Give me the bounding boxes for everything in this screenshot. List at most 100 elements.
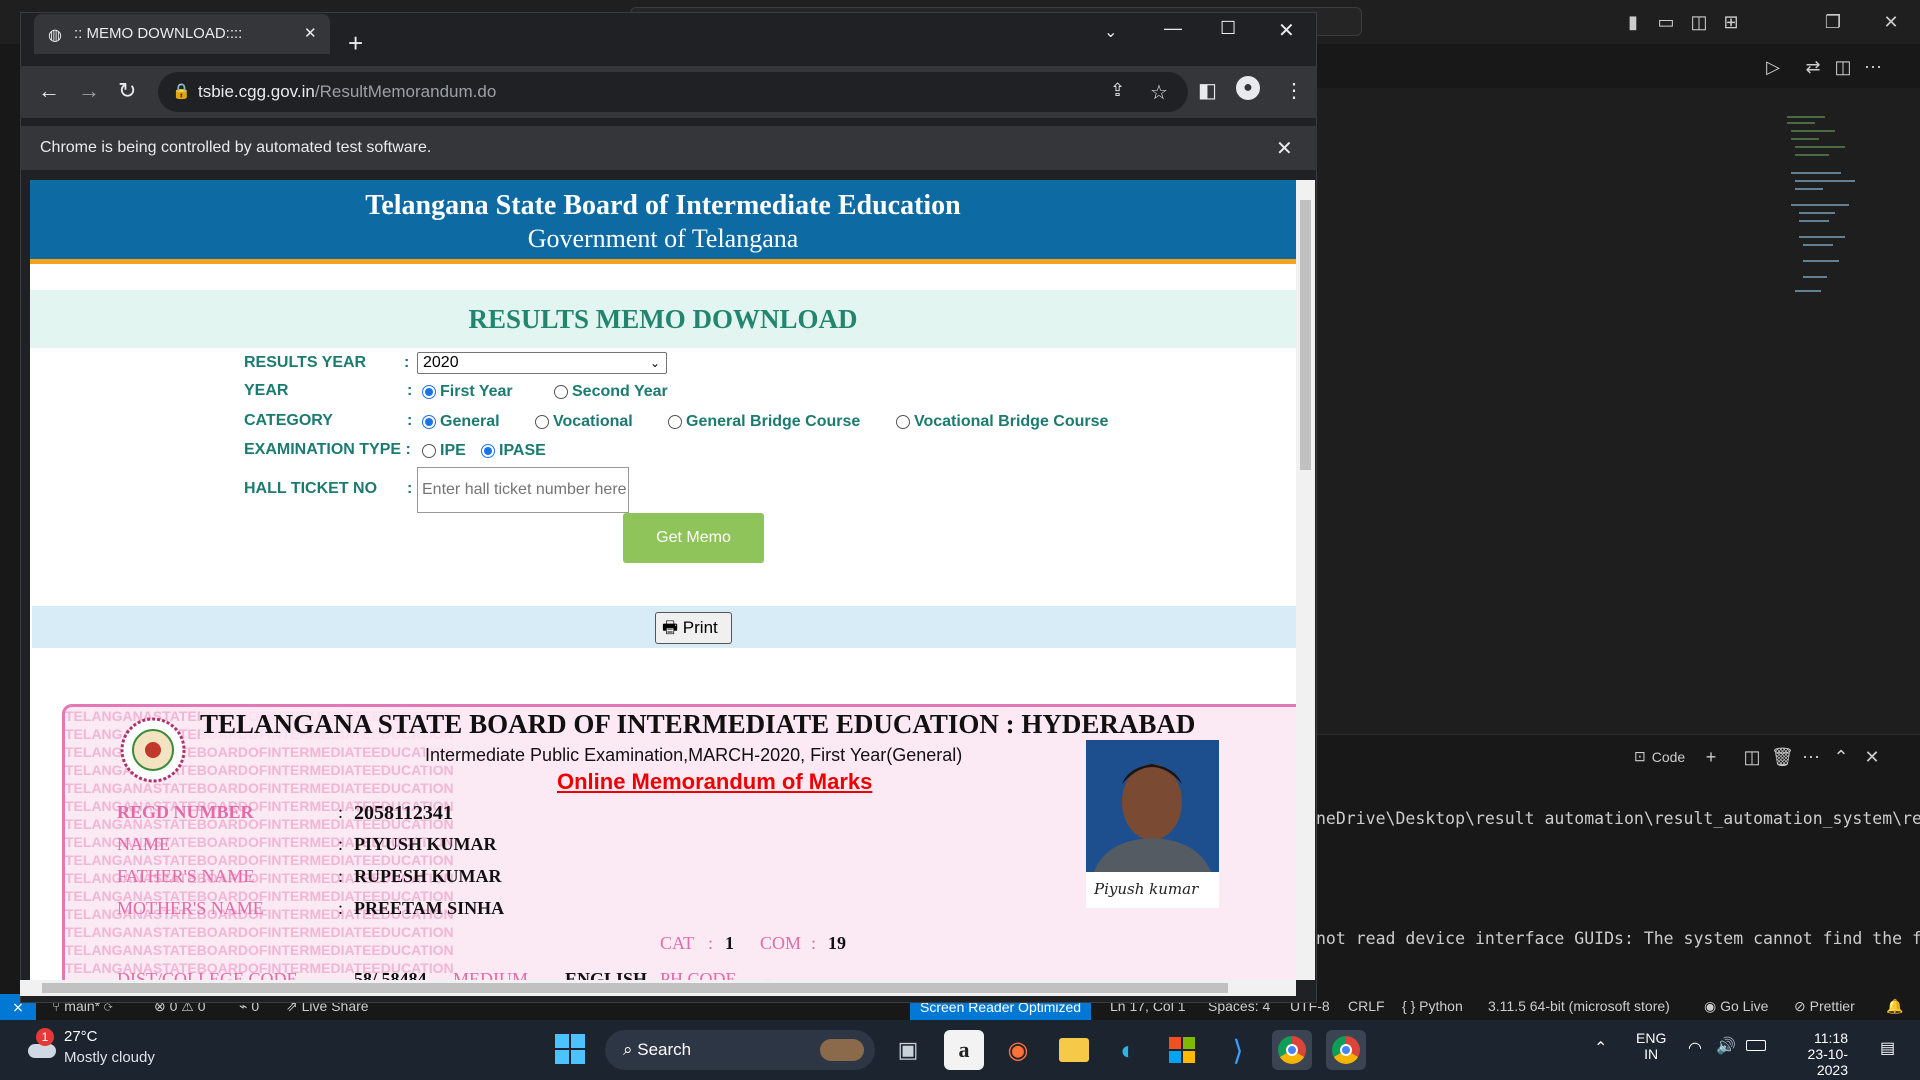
forward-button[interactable]: → — [78, 78, 100, 104]
interpreter-status[interactable]: 3.11.5 64-bit (microsoft store) — [1488, 998, 1670, 1014]
close-tab-icon[interactable]: ✕ — [304, 24, 317, 42]
toggle-panel-icon[interactable]: ▭ — [1655, 11, 1677, 33]
terminal-profile-label[interactable]: ⊡ Code — [1634, 748, 1685, 765]
chrome-automation-icon[interactable] — [1272, 1030, 1312, 1070]
restore-window-icon[interactable]: ❐ — [1822, 11, 1844, 33]
toggle-primary-sidebar-icon[interactable]: ▮ — [1622, 11, 1644, 33]
amazon-app-icon[interactable]: a — [944, 1030, 984, 1070]
prettier-status[interactable]: ⊘ Prettier — [1794, 998, 1855, 1015]
new-tab-button[interactable]: + — [348, 28, 363, 58]
go-live-status[interactable]: ◉ Go Live — [1704, 998, 1768, 1015]
year-second-radio[interactable]: Second Year — [554, 383, 668, 401]
year-first-radio[interactable]: First Year — [422, 383, 513, 401]
edge-icon[interactable]: ◐ — [1108, 1030, 1148, 1070]
board-seal-logo — [120, 717, 186, 783]
colon: : — [338, 866, 344, 886]
exam-type-label: EXAMINATION TYPE : — [244, 441, 411, 458]
toggle-secondary-sidebar-icon[interactable]: ◫ — [1688, 11, 1710, 33]
browser-tab[interactable]: ◍ :: MEMO DOWNLOAD:::: ✕ — [34, 14, 330, 54]
volume-icon[interactable]: 🔊 — [1716, 1036, 1736, 1056]
bookmark-star-icon[interactable]: ☆ — [1150, 80, 1168, 105]
start-button[interactable] — [555, 1034, 585, 1064]
page-viewport: Telangana State Board of Intermediate Ed… — [30, 180, 1296, 980]
father-name-label: FATHER'S NAME — [117, 866, 255, 886]
chrome-icon[interactable] — [1326, 1030, 1366, 1070]
wifi-icon[interactable]: ◠ — [1688, 1038, 1702, 1058]
firefox-icon[interactable]: ◉ — [998, 1030, 1038, 1070]
editor-actions-bar: ▷ ⇄ ◫ ⋯ — [1316, 44, 1920, 88]
input-language-indicator[interactable]: ENG IN — [1636, 1030, 1666, 1062]
task-view-icon[interactable]: ▣ — [888, 1030, 928, 1070]
maximize-icon[interactable]: ☐ — [1220, 18, 1236, 39]
side-panel-icon[interactable]: ◧ — [1198, 78, 1217, 103]
tab-search-icon[interactable]: ⌄ — [1104, 22, 1117, 42]
customize-layout-icon[interactable]: ⊞ — [1720, 11, 1742, 33]
colon: : — [338, 898, 344, 918]
taskbar-search[interactable]: ⌕ Search — [605, 1030, 875, 1070]
file-explorer-icon[interactable] — [1054, 1030, 1094, 1070]
print-bar: 🖶 Print — [32, 606, 1296, 648]
clock[interactable]: 11:18 23-10-2023 — [1788, 1030, 1848, 1078]
weather-temp: 27°C — [64, 1028, 98, 1045]
mother-name-label: MOTHER'S NAME — [117, 898, 264, 918]
vscode-icon[interactable]: ⟩ — [1218, 1030, 1258, 1070]
split-terminal-icon[interactable]: ◫ — [1741, 746, 1763, 768]
maximize-panel-icon[interactable]: ⌃ — [1830, 746, 1852, 768]
panel-more-icon[interactable]: ⋯ — [1800, 746, 1822, 768]
print-button[interactable]: 🖶 Print — [655, 612, 732, 644]
cat-label: CAT — [660, 933, 695, 953]
kill-terminal-icon[interactable]: 🗑 — [1771, 746, 1794, 768]
eol-status[interactable]: CRLF — [1348, 998, 1385, 1014]
minimize-icon[interactable]: — — [1164, 18, 1182, 39]
scroll-thumb[interactable] — [1300, 200, 1311, 470]
profile-avatar-icon[interactable]: ● — [1236, 76, 1260, 100]
editor-minimap[interactable] — [1785, 113, 1865, 303]
radio-icon — [481, 444, 495, 458]
close-window-icon[interactable]: ✕ — [1880, 11, 1902, 33]
colon: : — [407, 412, 413, 429]
close-infobar-icon[interactable]: ✕ — [1276, 136, 1293, 161]
exam-type-ipase-radio[interactable]: IPASE — [481, 442, 546, 460]
board-title: TELANGANA STATE BOARD OF INTERMEDIATE ED… — [200, 709, 1196, 740]
exam-type-ipe-radio[interactable]: IPE — [422, 442, 466, 460]
radio-icon — [422, 444, 436, 458]
show-hidden-icons-icon[interactable]: ⌃ — [1594, 1038, 1607, 1058]
results-year-select[interactable]: 2020 ⌄ — [417, 352, 667, 374]
radio-icon — [554, 385, 568, 399]
open-changes-icon[interactable]: ⇄ — [1802, 56, 1824, 78]
notification-center-icon[interactable]: ▤ — [1880, 1038, 1895, 1058]
category-general-radio[interactable]: General — [422, 413, 500, 431]
close-icon[interactable]: ✕ — [1278, 18, 1295, 43]
battery-icon[interactable] — [1746, 1040, 1766, 1051]
clock-time: 11:18 — [1814, 1030, 1848, 1046]
category-general-bridge-radio[interactable]: General Bridge Course — [668, 413, 860, 431]
terminal-output-line: neDrive\Desktop\result automation\result… — [1316, 809, 1920, 828]
notifications-bell-icon[interactable]: 🔔 — [1886, 998, 1903, 1015]
more-actions-icon[interactable]: ⋯ — [1862, 56, 1884, 78]
hall-ticket-input[interactable] — [417, 467, 629, 513]
share-icon[interactable]: ⇪ — [1110, 80, 1125, 101]
split-editor-icon[interactable]: ◫ — [1832, 56, 1854, 78]
chrome-menu-icon[interactable]: ⋮ — [1284, 78, 1304, 103]
weather-widget-icon[interactable]: 1 — [22, 1028, 56, 1064]
horizontal-scrollbar[interactable] — [20, 980, 1296, 996]
reload-button[interactable]: ↻ — [118, 78, 136, 104]
medium-label: MEDIUM — [453, 969, 528, 980]
category-vocational-radio[interactable]: Vocational — [535, 413, 633, 431]
terminal-icon: ⊡ — [1634, 748, 1646, 764]
chevron-down-icon: ⌄ — [649, 356, 660, 370]
back-button[interactable]: ← — [38, 78, 60, 104]
language-status[interactable]: { } Python — [1402, 998, 1463, 1014]
dist-college-value: 58/ 58484 — [354, 969, 427, 980]
run-python-icon[interactable]: ▷ — [1762, 56, 1784, 78]
get-memo-button[interactable]: Get Memo — [623, 513, 764, 563]
address-bar[interactable]: 🔒 tsbie.cgg.gov.in/ResultMemorandum.do ⇪… — [158, 72, 1188, 112]
close-panel-icon[interactable]: ✕ — [1861, 746, 1883, 768]
colon: : — [404, 354, 410, 371]
category-vocational-bridge-radio[interactable]: Vocational Bridge Course — [896, 413, 1108, 431]
vertical-scrollbar[interactable] — [1296, 180, 1315, 980]
search-highlight-icon — [820, 1039, 864, 1061]
new-terminal-icon[interactable]: + — [1700, 746, 1722, 768]
scroll-thumb[interactable] — [42, 983, 1228, 993]
microsoft-store-icon[interactable] — [1162, 1030, 1202, 1070]
